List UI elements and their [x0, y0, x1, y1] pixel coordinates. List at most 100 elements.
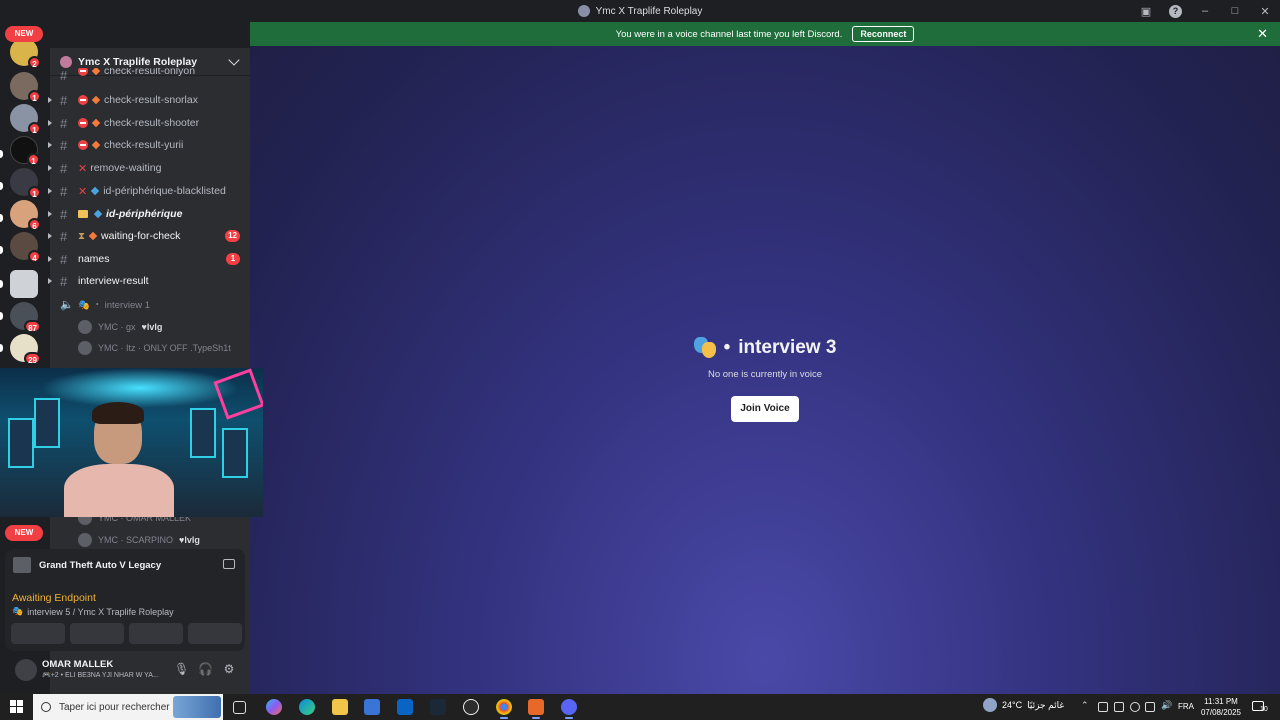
server-icon[interactable]: 1	[10, 168, 41, 199]
volume-icon[interactable]: 🔊	[1161, 700, 1172, 710]
date: 07/08/2025	[1200, 708, 1242, 717]
network-icon[interactable]	[1145, 702, 1155, 712]
hash-icon: #	[60, 251, 68, 267]
file-explorer-icon[interactable]	[332, 699, 348, 715]
avatar	[78, 320, 92, 334]
outlook-icon[interactable]	[397, 699, 413, 715]
discord-icon[interactable]	[561, 699, 577, 719]
neon-light	[40, 368, 240, 408]
mic-tray-icon[interactable]	[1130, 702, 1140, 712]
close-icon[interactable]: ✕	[1257, 26, 1268, 42]
voice-user[interactable]: YMC · gx ♥lvlg	[78, 318, 162, 336]
help-icon[interactable]: ?	[1169, 4, 1182, 18]
copilot-icon[interactable]	[266, 699, 282, 715]
minimize-button[interactable]: –	[1190, 5, 1220, 17]
edge-icon[interactable]	[299, 699, 315, 715]
chrome-icon[interactable]	[496, 699, 512, 719]
username[interactable]: OMAR MALLEK	[42, 659, 113, 670]
reconnect-button[interactable]: Reconnect	[852, 26, 915, 42]
webcam-overlay	[0, 368, 263, 517]
server-icon[interactable]: 6	[10, 200, 41, 231]
channel-item[interactable]: # check-result-shooter	[48, 112, 250, 134]
expand-arrow-icon[interactable]	[48, 120, 52, 126]
temperature: 24°C	[1002, 700, 1023, 710]
channel-item[interactable]: # check-result-snorlax	[48, 89, 250, 111]
server-icon[interactable]	[10, 270, 38, 298]
user-tag: ♥lvlg	[179, 535, 200, 545]
microphone-icon[interactable]: 🎙	[174, 662, 189, 676]
game-activity[interactable]: Grand Theft Auto V Legacy	[13, 557, 161, 573]
voice-user[interactable]: YMC · Itz · ONLY OFF .TypeSh1t	[78, 339, 231, 357]
channel-name: remove-waiting	[90, 162, 162, 174]
new-badge-top[interactable]: NEW	[5, 26, 43, 42]
expand-arrow-icon[interactable]	[48, 233, 52, 239]
screen-share-icon[interactable]	[223, 559, 235, 569]
window-title: Ymc X Traplife Roleplay	[577, 5, 702, 17]
voice-channel-title: • interview 3	[250, 337, 1280, 359]
voice-location[interactable]: 🎭 interview 5 / Ymc X Traplife Roleplay	[12, 606, 174, 617]
server-icon[interactable]: 87	[10, 302, 41, 333]
steam-icon[interactable]	[430, 699, 446, 715]
activity-button[interactable]	[129, 623, 183, 644]
voice-empty-text: No one is currently in voice	[707, 369, 823, 380]
server-icon[interactable]: 29	[10, 334, 41, 365]
expand-arrow-icon[interactable]	[48, 142, 52, 148]
channel-title: interview 3	[738, 337, 837, 358]
screen-share-button[interactable]	[70, 623, 124, 644]
server-icon[interactable]: 4	[10, 232, 41, 263]
store-icon[interactable]	[364, 699, 380, 715]
chevron-up-icon[interactable]: ⌃	[1081, 700, 1091, 710]
weather-widget[interactable]: 24°C غائم جزئيًا	[983, 698, 1064, 712]
soundboard-button[interactable]	[188, 623, 242, 644]
channel-item[interactable]: # ✕ remove-waiting	[48, 157, 250, 179]
channel-item[interactable]: # check-result-onlyon	[50, 68, 250, 82]
channel-item[interactable]: # ✕ id-périphérique-blacklisted	[48, 180, 250, 202]
hash-icon: #	[60, 92, 68, 108]
server-icon[interactable]: 1	[10, 136, 40, 166]
channel-item[interactable]: # id-périphérique	[48, 203, 250, 225]
no-entry-icon	[78, 118, 88, 128]
new-badge-bottom[interactable]: NEW	[5, 525, 43, 541]
expand-arrow-icon[interactable]	[48, 211, 52, 217]
channel-item[interactable]: # interview-result	[48, 270, 250, 292]
server-logo-icon	[577, 5, 590, 17]
task-view-icon[interactable]	[233, 701, 246, 714]
tray-icon[interactable]	[1114, 702, 1124, 712]
clock[interactable]: 11:31 PM 07/08/2025	[1197, 696, 1245, 718]
server-icon[interactable]: 1	[10, 72, 41, 103]
app-icon[interactable]	[528, 699, 544, 719]
channel-item[interactable]: # names 1	[48, 248, 250, 270]
voice-channel-item[interactable]: 🔈 🎭 ・ interview 1	[50, 294, 250, 314]
chevron-down-icon[interactable]	[228, 54, 240, 66]
taskbar-search[interactable]: Taper ici pour rechercher	[33, 694, 223, 720]
channel-item[interactable]: # check-result-yurii	[48, 134, 250, 156]
hash-icon: #	[60, 137, 68, 153]
unread-pip	[0, 214, 3, 222]
expand-arrow-icon[interactable]	[48, 188, 52, 194]
join-voice-button[interactable]: Join Voice	[731, 396, 799, 422]
expand-arrow-icon[interactable]	[48, 165, 52, 171]
avatar[interactable]	[15, 659, 37, 681]
channel-name: id-périphérique	[106, 208, 183, 220]
language-indicator[interactable]: FRA	[1178, 702, 1194, 711]
close-window-button[interactable]: ✕	[1250, 5, 1280, 18]
expand-arrow-icon[interactable]	[48, 97, 52, 103]
channel-item[interactable]: # ⧗ waiting-for-check 12	[48, 225, 250, 247]
voice-user-name: YMC · Itz · ONLY OFF .TypeSh1t	[98, 343, 231, 353]
camera-button[interactable]	[11, 623, 65, 644]
expand-arrow-icon[interactable]	[48, 278, 52, 284]
title-separator: •	[723, 337, 731, 358]
inbox-icon[interactable]: ▣	[1131, 5, 1161, 18]
custom-status: 🎮+2 • ELI BE3NA YJI NHAR W YA...	[42, 672, 159, 679]
server-icon[interactable]: 2	[10, 38, 41, 69]
gamepad-icon[interactable]	[1098, 702, 1108, 712]
expand-arrow-icon[interactable]	[48, 256, 52, 262]
server-icon[interactable]: 1	[10, 104, 41, 135]
maximize-button[interactable]: □	[1220, 5, 1250, 17]
voice-connection-status[interactable]: Awaiting Endpoint	[12, 592, 96, 604]
windows-start-icon[interactable]	[10, 700, 23, 713]
gear-icon[interactable]: ⚙	[222, 662, 236, 676]
rockstar-icon[interactable]	[463, 699, 479, 715]
voice-user[interactable]: YMC · SCARPINO ♥lvlg	[78, 531, 200, 549]
headphones-icon[interactable]: 🎧	[198, 662, 213, 676]
